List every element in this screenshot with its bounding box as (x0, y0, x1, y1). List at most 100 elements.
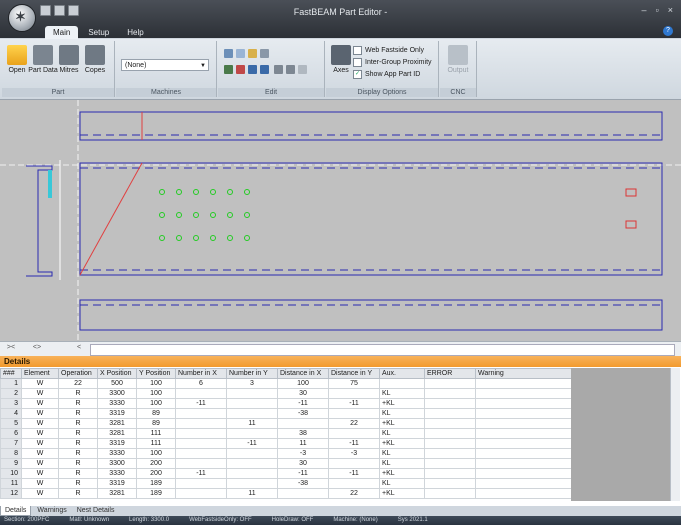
table-row[interactable]: 3 W R 3330 100 -11 -11 -11 +KL (0, 398, 577, 409)
table-cell[interactable]: 89 (136, 408, 176, 419)
table-cell[interactable] (175, 438, 227, 449)
table-cell[interactable]: R (58, 418, 98, 429)
column-header[interactable]: X Position (97, 368, 137, 379)
table-row[interactable]: 6 W R 3281 111 38 KL (0, 428, 577, 439)
table-cell[interactable]: 11 (277, 438, 329, 449)
table-cell[interactable]: -11 (175, 468, 227, 479)
angle-icon[interactable] (260, 65, 269, 74)
table-cell[interactable]: KL (379, 458, 425, 469)
zoom-fit-button[interactable]: >< (4, 344, 18, 354)
table-cell[interactable]: 11 (226, 418, 278, 429)
show-app-part-id-checkbox[interactable]: ✓ Show App Part ID (353, 70, 420, 79)
table-cell[interactable]: W (21, 418, 59, 429)
table-cell[interactable]: 3281 (97, 488, 137, 499)
table-cell[interactable] (475, 408, 577, 419)
table-cell[interactable]: W (21, 448, 59, 459)
table-cell[interactable]: -11 (226, 438, 278, 449)
table-cell[interactable]: W (21, 468, 59, 479)
copes-button[interactable]: Copes (80, 45, 110, 74)
table-cell[interactable]: -11 (328, 398, 380, 409)
table-cell[interactable] (424, 458, 476, 469)
table-cell[interactable]: W (21, 438, 59, 449)
table-cell[interactable]: 3319 (97, 478, 137, 489)
table-cell[interactable]: 3319 (97, 408, 137, 419)
table-cell[interactable] (175, 458, 227, 469)
table-cell[interactable] (424, 378, 476, 389)
beam-icon[interactable] (286, 65, 295, 74)
table-cell[interactable]: 1 (0, 378, 22, 389)
column-header[interactable]: Number in X (175, 368, 227, 379)
table-cell[interactable] (424, 448, 476, 459)
column-header[interactable]: Number in Y (226, 368, 278, 379)
table-cell[interactable]: 5 (0, 418, 22, 429)
table-cell[interactable]: R (58, 448, 98, 459)
table-cell[interactable]: 3300 (97, 458, 137, 469)
axes-button[interactable]: Axes (326, 45, 356, 74)
table-cell[interactable]: 22 (328, 488, 380, 499)
table-cell[interactable]: 11 (0, 478, 22, 489)
table-cell[interactable] (424, 418, 476, 429)
table-cell[interactable]: 11 (226, 488, 278, 499)
table-cell[interactable] (379, 378, 425, 389)
table-cell[interactable]: 9 (0, 458, 22, 469)
table-cell[interactable]: 38 (277, 428, 329, 439)
tab-details[interactable]: Details (0, 506, 32, 516)
table-cell[interactable]: 100 (136, 398, 176, 409)
delete-hole-icon[interactable] (236, 65, 245, 74)
table-cell[interactable]: -11 (277, 468, 329, 479)
table-row[interactable]: 1 W 22 500 100 6 3 100 75 (0, 378, 577, 389)
table-cell[interactable]: R (58, 408, 98, 419)
beam-drawing[interactable] (0, 100, 681, 341)
table-cell[interactable]: R (58, 428, 98, 439)
table-cell[interactable]: 22 (328, 418, 380, 429)
table-cell[interactable]: 2 (0, 388, 22, 399)
column-header[interactable]: ### (0, 368, 22, 379)
angle-icon[interactable] (248, 65, 257, 74)
table-cell[interactable] (226, 398, 278, 409)
table-cell[interactable] (475, 438, 577, 449)
tab-help[interactable]: Help (119, 26, 151, 39)
table-cell[interactable]: 111 (136, 428, 176, 439)
table-cell[interactable]: W (21, 478, 59, 489)
beam-icon[interactable] (298, 65, 307, 74)
table-cell[interactable] (175, 408, 227, 419)
table-cell[interactable] (475, 378, 577, 389)
table-cell[interactable]: R (58, 398, 98, 409)
table-cell[interactable]: -11 (328, 468, 380, 479)
table-cell[interactable]: +KL (379, 438, 425, 449)
table-cell[interactable] (328, 458, 380, 469)
table-cell[interactable] (424, 468, 476, 479)
table-cell[interactable]: 6 (175, 378, 227, 389)
table-cell[interactable] (175, 388, 227, 399)
table-cell[interactable] (175, 418, 227, 429)
table-cell[interactable]: R (58, 478, 98, 489)
column-header[interactable]: Warning (475, 368, 577, 379)
help-icon[interactable]: ? (663, 26, 673, 36)
table-row[interactable]: 11 W R 3319 189 -38 KL (0, 478, 577, 489)
table-cell[interactable] (475, 458, 577, 469)
minimize-button[interactable]: – (642, 5, 647, 15)
table-cell[interactable] (175, 488, 227, 499)
table-cell[interactable]: +KL (379, 468, 425, 479)
table-cell[interactable]: 3 (0, 398, 22, 409)
table-cell[interactable]: +KL (379, 418, 425, 429)
table-cell[interactable]: 7 (0, 438, 22, 449)
table-cell[interactable]: 100 (136, 388, 176, 399)
table-cell[interactable]: -11 (175, 398, 227, 409)
table-cell[interactable] (277, 418, 329, 429)
table-cell[interactable] (475, 388, 577, 399)
table-cell[interactable]: +KL (379, 398, 425, 409)
table-cell[interactable]: 6 (0, 428, 22, 439)
tab-main[interactable]: Main (45, 26, 79, 40)
table-row[interactable]: 9 W R 3300 200 30 KL (0, 458, 577, 469)
table-cell[interactable] (475, 478, 577, 489)
column-header[interactable]: Operation (58, 368, 98, 379)
table-cell[interactable]: W (21, 408, 59, 419)
table-cell[interactable]: 3281 (97, 428, 137, 439)
table-cell[interactable] (226, 388, 278, 399)
table-row[interactable]: 12 W R 3281 189 11 22 +KL (0, 488, 577, 499)
column-header[interactable]: Distance in Y (328, 368, 380, 379)
table-cell[interactable]: W (21, 488, 59, 499)
table-row[interactable]: 10 W R 3330 200 -11 -11 -11 +KL (0, 468, 577, 479)
table-cell[interactable] (328, 478, 380, 489)
